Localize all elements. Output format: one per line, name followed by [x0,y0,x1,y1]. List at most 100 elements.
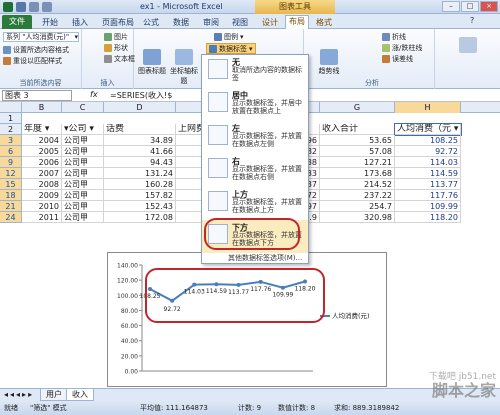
data-labels-button[interactable]: 数据标签 ▾ [206,43,256,54]
column-header-h[interactable]: H [395,102,461,113]
updown-bars-button[interactable]: 涨/跌柱线 [382,43,422,53]
row-header-2[interactable]: 2 [0,124,22,135]
cell-income[interactable]: 173.68 [320,168,395,179]
cell-avg[interactable]: 114.59 [395,168,461,179]
cell-phone[interactable]: 157.82 [104,190,176,201]
maximize-icon[interactable]: □ [461,1,479,12]
cell-year[interactable]: 2011 [22,212,62,223]
lines-button[interactable]: 折线 [382,32,406,42]
cell-company[interactable]: 公司甲 [62,212,104,223]
cell-year[interactable]: 2006 [22,157,62,168]
tab-insert[interactable]: 插入 [72,17,88,28]
sheet-tab-income[interactable]: 收入 [66,389,94,401]
cell-company[interactable]: 公司甲 [62,201,104,212]
cell-avg[interactable]: 118.20 [395,212,461,223]
minimize-icon[interactable]: – [442,1,460,12]
cell-phone[interactable]: 131.24 [104,168,176,179]
cell-phone[interactable]: 160.28 [104,179,176,190]
row-header-1[interactable]: 1 [0,113,22,124]
cell-company[interactable]: 公司甲 [62,146,104,157]
cell-avg[interactable]: 113.77 [395,179,461,190]
cell-phone[interactable]: 172.08 [104,212,176,223]
tab-view[interactable]: 视图 [232,17,248,28]
cell-company[interactable]: 公司甲 [62,135,104,146]
cell-avg[interactable]: 108.25 [395,135,461,146]
header-company[interactable]: ▾公司 ▾ [62,124,104,135]
help-icon[interactable]: ? [470,16,474,25]
tab-review[interactable]: 审阅 [203,17,219,28]
menu-item-data-label[interactable]: 居中 显示数据标签，并居中放置在数据点上 [202,88,308,121]
name-box[interactable]: 图表 3 [2,90,72,101]
menu-item-data-label[interactable]: 左 显示数据标签，并放置在数据点左侧 [202,121,308,154]
cell-phone[interactable]: 41.66 [104,146,176,157]
tab-file[interactable]: 文件 [2,15,32,29]
column-header-d[interactable]: D [104,102,176,113]
formula-input[interactable]: =SERIES(收入!$ [110,90,172,101]
cell-year[interactable]: 2005 [22,146,62,157]
header-income[interactable]: 收入合计 [320,124,395,135]
cell-year[interactable]: 2004 [22,135,62,146]
row-header[interactable]: 24 [0,212,22,223]
tab-design[interactable]: 设计 [262,17,278,28]
sheet-nav-arrows-icon[interactable]: ◂◂◂▸▸ [4,390,34,399]
cell-year[interactable]: 2007 [22,168,62,179]
cell-income[interactable]: 237.22 [320,190,395,201]
cell-phone[interactable]: 152.43 [104,201,176,212]
cell-avg[interactable]: 114.03 [395,157,461,168]
chart-title-button[interactable]: 图表标题 [137,49,167,76]
row-header[interactable]: 6 [0,146,22,157]
redo-icon[interactable] [42,2,52,12]
cell-year[interactable]: 2008 [22,179,62,190]
cell-phone[interactable]: 94.43 [104,157,176,168]
row-header[interactable]: 12 [0,168,22,179]
menu-item-data-label[interactable]: 无 取消所选内容的数据标签 [202,55,308,88]
column-header-c[interactable]: C [62,102,104,113]
excel-logo-icon[interactable] [3,2,13,12]
tab-home[interactable]: 开始 [42,17,58,28]
cell-company[interactable]: 公司甲 [62,190,104,201]
cell-company[interactable]: 公司甲 [62,157,104,168]
properties-button[interactable] [453,37,483,54]
cell-income[interactable]: 254.7 [320,201,395,212]
tab-page-layout[interactable]: 页面布局 [102,17,134,28]
row-header[interactable]: 3 [0,135,22,146]
cell-avg[interactable]: 109.99 [395,201,461,212]
reset-match-style-button[interactable]: 重设以匹配样式 [3,56,62,66]
header-avg[interactable]: 人均消费（元 ▾ [394,123,462,136]
cell-income[interactable]: 320.98 [320,212,395,223]
chart-element-selector[interactable]: 系列 "人均消费(元)" ▾ [3,32,79,42]
tab-formulas[interactable]: 公式 [143,17,159,28]
cell-avg[interactable]: 117.76 [395,190,461,201]
more-data-label-options[interactable]: 其他数据标签选项(M)... [228,253,302,263]
undo-icon[interactable] [29,2,39,12]
row-header[interactable]: 9 [0,157,22,168]
save-icon[interactable] [16,2,26,12]
error-bars-button[interactable]: 误差线 [382,54,413,64]
cell-year[interactable]: 2009 [22,190,62,201]
format-selection-button[interactable]: 设置所选内容格式 [3,45,69,55]
cell-avg[interactable]: 92.72 [395,146,461,157]
tab-layout[interactable]: 布局 [285,15,309,29]
cell-year[interactable]: 2010 [22,201,62,212]
cell-phone[interactable]: 34.89 [104,135,176,146]
insert-textbox-button[interactable]: 文本框 [104,54,135,64]
cell-income[interactable]: 214.52 [320,179,395,190]
legend-button[interactable]: 图例 ▾ [214,32,244,42]
row-header[interactable]: 18 [0,190,22,201]
select-all-corner[interactable] [0,102,22,113]
cell-company[interactable]: 公司甲 [62,179,104,190]
insert-picture-button[interactable]: 图片 [104,32,128,42]
row-header[interactable]: 21 [0,201,22,212]
cell-income[interactable]: 127.21 [320,157,395,168]
column-header-b[interactable]: B [22,102,62,113]
close-icon[interactable]: × [480,1,498,12]
menu-item-data-label[interactable]: 右 显示数据标签，并放置在数据点右侧 [202,154,308,187]
fx-icon[interactable]: fx [90,90,98,99]
row-header[interactable]: 15 [0,179,22,190]
sheet-tab-users[interactable]: 用户 [40,389,68,401]
cell-income[interactable]: 57.08 [320,146,395,157]
trendline-button[interactable]: 趋势线 [314,49,344,76]
column-header-g[interactable]: G [320,102,395,113]
header-year[interactable]: 年度 ▾ [22,124,62,135]
menu-item-data-label[interactable]: 上方 显示数据标签，并放置在数据点上方 [202,187,308,220]
